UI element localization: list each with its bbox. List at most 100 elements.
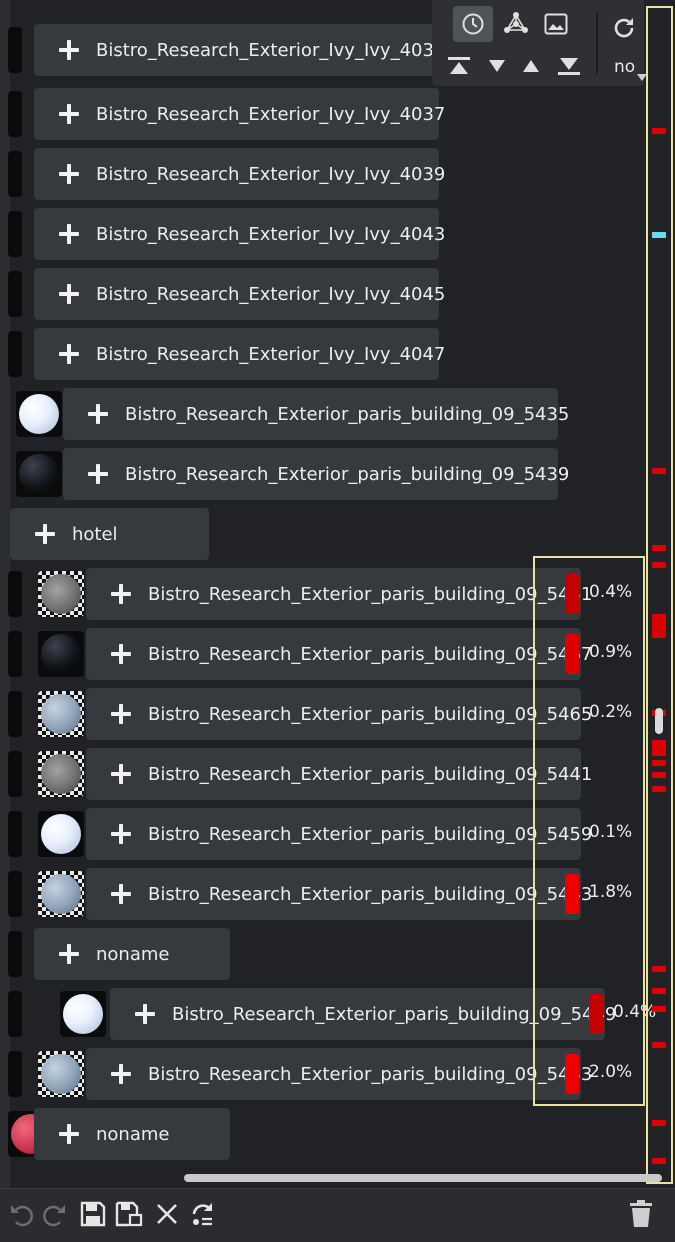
- preview-thumbnail: [8, 571, 22, 617]
- expand-plus-icon[interactable]: [110, 883, 132, 905]
- minimap-scrollbar[interactable]: [646, 6, 673, 1184]
- minimap-mark: [652, 1158, 666, 1164]
- node-label: Bistro_Research_Exterior_Ivy_Ivy_4043: [96, 223, 446, 245]
- node-label: Bistro_Research_Exterior_paris_building_…: [148, 703, 593, 725]
- minimap-mark: [652, 468, 666, 474]
- node-label: Bistro_Research_Exterior_paris_building_…: [125, 463, 570, 485]
- graph-node[interactable]: Bistro_Research_Exterior_paris_building_…: [86, 568, 592, 620]
- node-label: Bistro_Research_Exterior_paris_building_…: [125, 403, 570, 425]
- refresh-button[interactable]: [606, 10, 642, 46]
- preview-thumbnail: [8, 271, 22, 317]
- expand-plus-icon[interactable]: [87, 403, 109, 425]
- preview-thumbnail: [8, 331, 22, 377]
- node-label: noname: [96, 943, 170, 965]
- minimap-mark: [652, 1042, 666, 1048]
- graph-node[interactable]: Bistro_Research_Exterior_Ivy_Ivy_4033: [34, 24, 445, 76]
- graph-node-row: Bistro_Research_Exterior_paris_building_…: [10, 448, 650, 502]
- graph-node[interactable]: hotel: [10, 508, 209, 560]
- node-label: hotel: [72, 523, 118, 545]
- expand-plus-icon[interactable]: [110, 583, 132, 605]
- graph-node[interactable]: Bistro_Research_Exterior_paris_building_…: [86, 868, 592, 920]
- expand-plus-icon[interactable]: [110, 643, 132, 665]
- expand-plus-icon[interactable]: [34, 523, 56, 545]
- arrow-down-icon: [489, 60, 505, 72]
- graph-node[interactable]: Bistro_Research_Exterior_paris_building_…: [86, 748, 592, 800]
- graph-node-row: Bistro_Research_Exterior_paris_building_…: [10, 388, 650, 442]
- close-button[interactable]: [152, 1199, 182, 1229]
- sphere-preview: [19, 394, 59, 434]
- graph-node[interactable]: Bistro_Research_Exterior_paris_building_…: [110, 988, 616, 1040]
- graph-node[interactable]: Bistro_Research_Exterior_Ivy_Ivy_4039: [34, 148, 445, 200]
- save-as-button[interactable]: [114, 1199, 144, 1229]
- move-down-button[interactable]: [482, 52, 512, 80]
- graph-toolbar-panel: no: [432, 0, 647, 86]
- redo-icon: [43, 1205, 65, 1227]
- bottom-toolbar: [0, 1188, 675, 1242]
- preview-thumbnail: [8, 871, 22, 917]
- preview-thumbnail: [8, 91, 22, 137]
- graph-node[interactable]: Bistro_Research_Exterior_paris_building_…: [86, 628, 592, 680]
- preview-thumbnail: [8, 211, 22, 257]
- graph-node[interactable]: Bistro_Research_Exterior_Ivy_Ivy_4047: [34, 328, 445, 380]
- expand-plus-icon[interactable]: [110, 763, 132, 785]
- move-up-button[interactable]: [516, 52, 546, 80]
- mode-value[interactable]: no: [614, 57, 635, 77]
- graph-node-row: Bistro_Research_Exterior_Ivy_Ivy_4039: [8, 148, 650, 202]
- graph-node[interactable]: Bistro_Research_Exterior_Ivy_Ivy_4045: [34, 268, 445, 320]
- sphere-preview: [19, 454, 59, 494]
- save-button[interactable]: [78, 1199, 108, 1229]
- expand-plus-icon[interactable]: [134, 1003, 156, 1025]
- minimap-mark: [652, 545, 666, 551]
- preview-thumbnail: [8, 751, 22, 797]
- reset-button[interactable]: [188, 1199, 218, 1229]
- graph-node[interactable]: Bistro_Research_Exterior_paris_building_…: [86, 1048, 592, 1100]
- material-sphere-thumbnail: [38, 691, 84, 737]
- graph-node[interactable]: Bistro_Research_Exterior_paris_building_…: [86, 688, 592, 740]
- graph-node[interactable]: noname: [34, 1108, 230, 1160]
- expand-plus-icon[interactable]: [58, 283, 80, 305]
- graph-node[interactable]: Bistro_Research_Exterior_Ivy_Ivy_4043: [34, 208, 445, 260]
- material-sphere-thumbnail: [38, 751, 84, 797]
- graph-node[interactable]: Bistro_Research_Exterior_paris_building_…: [63, 388, 569, 440]
- material-sphere-thumbnail: [60, 991, 106, 1037]
- preview-thumbnail: [8, 631, 22, 677]
- graph-node[interactable]: Bistro_Research_Exterior_paris_building_…: [86, 808, 592, 860]
- expand-plus-icon[interactable]: [87, 463, 109, 485]
- expand-plus-icon[interactable]: [58, 343, 80, 365]
- expand-plus-icon[interactable]: [58, 1123, 80, 1145]
- undo-button[interactable]: [6, 1199, 36, 1229]
- graph-node[interactable]: Bistro_Research_Exterior_paris_building_…: [63, 448, 569, 500]
- horizontal-scrollbar[interactable]: [184, 1174, 662, 1182]
- align-top-button[interactable]: [444, 52, 474, 80]
- toolbar-separator: [596, 12, 598, 74]
- graph-node[interactable]: Bistro_Research_Exterior_Ivy_Ivy_4037: [34, 88, 445, 140]
- expand-plus-icon[interactable]: [58, 103, 80, 125]
- save-as-icon: [115, 1201, 143, 1227]
- clock-button[interactable]: [453, 6, 493, 42]
- network-button[interactable]: [498, 6, 534, 42]
- delete-button[interactable]: [626, 1199, 656, 1229]
- expand-plus-icon[interactable]: [58, 223, 80, 245]
- expand-plus-icon[interactable]: [58, 943, 80, 965]
- minimap-mark: [652, 750, 666, 756]
- expand-plus-icon[interactable]: [110, 823, 132, 845]
- image-button[interactable]: [538, 6, 574, 42]
- redo-button[interactable]: [40, 1199, 70, 1229]
- minimap-mark: [652, 1006, 666, 1012]
- expand-plus-icon[interactable]: [58, 39, 80, 61]
- minimap-mark: [652, 562, 666, 568]
- close-icon: [157, 1204, 177, 1224]
- sphere-preview: [41, 874, 81, 914]
- expand-plus-icon[interactable]: [58, 163, 80, 185]
- material-sphere-thumbnail: [38, 631, 84, 677]
- expand-plus-icon[interactable]: [110, 703, 132, 725]
- network-icon: [504, 12, 528, 33]
- minimap-thumb[interactable]: [655, 708, 663, 734]
- graph-node[interactable]: noname: [34, 928, 230, 980]
- preview-thumbnail: [8, 811, 22, 857]
- node-label: Bistro_Research_Exterior_paris_building_…: [148, 1063, 593, 1085]
- expand-plus-icon[interactable]: [110, 1063, 132, 1085]
- node-label: Bistro_Research_Exterior_Ivy_Ivy_4045: [96, 283, 446, 305]
- node-graph-canvas[interactable]: Bistro_Research_Exterior_Ivy_Ivy_4033 Bis…: [0, 0, 675, 1188]
- align-bottom-button[interactable]: [554, 52, 584, 80]
